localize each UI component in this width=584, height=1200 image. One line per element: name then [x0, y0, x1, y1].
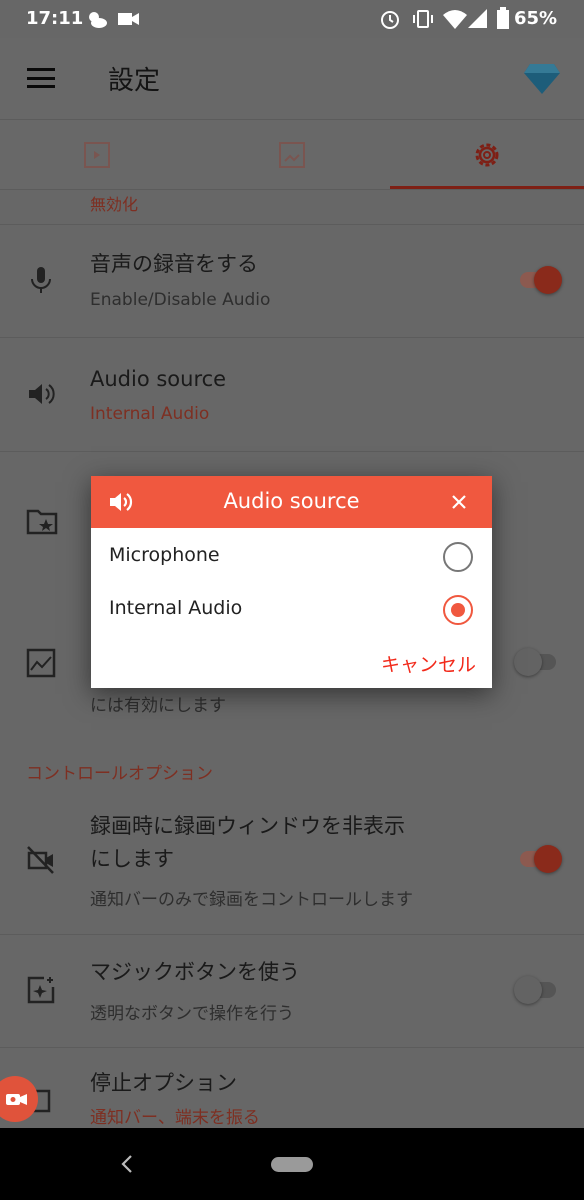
folder-star-icon: [26, 509, 58, 535]
dialog-title: Audio source: [223, 489, 360, 513]
setting-title-line1: 録画時に録画ウィンドウを非表示: [90, 814, 405, 838]
microphone-icon: [31, 267, 51, 293]
gear-icon: [475, 143, 499, 167]
video-icon: [84, 142, 110, 168]
alarm-icon: [381, 11, 399, 29]
audio-record-toggle[interactable]: [520, 266, 562, 294]
option-microphone[interactable]: Microphone: [91, 530, 492, 582]
app-bar: 設定: [0, 38, 584, 120]
setting-title-line2: にします: [90, 847, 174, 871]
image-icon: [26, 648, 56, 678]
tab-bar: [0, 120, 584, 190]
magic-button-icon: [27, 976, 55, 1004]
setting-audio-record[interactable]: 音声の録音をする Enable/Disable Audio: [0, 225, 584, 338]
active-tab-indicator: [390, 186, 584, 189]
setting-title: マジックボタンを使う: [90, 960, 300, 984]
setting-stop-option[interactable]: 停止オプション 通知バー、端末を振る: [0, 1048, 584, 1128]
option-label: Microphone: [109, 544, 220, 566]
setting-hide-window[interactable]: 録画時に録画ウィンドウを非表示 にします 通知バーのみで録画をコントロールします: [0, 800, 584, 935]
battery-level: 65%: [514, 8, 558, 29]
tab-images[interactable]: [195, 120, 389, 190]
diamond-icon[interactable]: [522, 58, 562, 98]
setting-subtitle: には有効にします: [90, 696, 226, 716]
audio-source-dialog: Audio source Microphone Internal Audio キ…: [91, 476, 492, 688]
signal-icon: [468, 9, 487, 28]
close-icon[interactable]: [451, 494, 467, 510]
dialog-header: Audio source: [91, 476, 492, 528]
setting-value: Internal Audio: [90, 404, 210, 424]
option-label: Internal Audio: [109, 597, 243, 619]
back-icon[interactable]: [120, 1154, 134, 1174]
setting-magic-button[interactable]: マジックボタンを使う 透明なボタンで操作を行う: [0, 935, 584, 1048]
video-off-icon: [27, 846, 54, 874]
image-icon: [279, 142, 305, 168]
divider: [0, 191, 584, 225]
video-camera-icon: [118, 13, 139, 25]
setting-subtitle: Enable/Disable Audio: [90, 290, 271, 310]
hide-window-toggle[interactable]: [520, 845, 562, 873]
radio-button[interactable]: [443, 542, 473, 572]
video-camera-icon: [6, 1094, 27, 1105]
setting-title: 音声の録音をする: [90, 252, 258, 276]
magic-button-toggle[interactable]: [514, 976, 556, 1004]
setting-subtitle: 通知バーのみで録画をコントロールします: [90, 890, 413, 910]
speaker-icon: [29, 384, 55, 404]
weather-icon: [89, 12, 107, 28]
tab-videos[interactable]: [0, 120, 194, 190]
status-bar: 17:11 65%: [0, 0, 584, 38]
setting-subtitle: 透明なボタンで操作を行う: [90, 1004, 294, 1024]
image-toggle[interactable]: [514, 648, 556, 676]
setting-title: Audio source: [90, 367, 227, 391]
cancel-button[interactable]: キャンセル: [381, 650, 476, 677]
vibrate-icon: [413, 10, 433, 28]
hamburger-icon[interactable]: [27, 68, 55, 88]
clock: 17:11: [26, 8, 84, 29]
radio-button-selected[interactable]: [443, 595, 473, 625]
wifi-icon: [443, 10, 467, 29]
tab-settings[interactable]: [390, 120, 584, 190]
page-title: 設定: [108, 66, 161, 96]
battery-icon: [497, 7, 509, 29]
setting-audio-source[interactable]: Audio source Internal Audio: [0, 338, 584, 452]
setting-title: 停止オプション: [90, 1071, 237, 1095]
section-header: コントロールオプション: [26, 764, 213, 784]
option-internal-audio[interactable]: Internal Audio: [91, 583, 492, 635]
setting-value: 通知バー、端末を振る: [90, 1108, 260, 1128]
navigation-bar: [0, 1128, 584, 1200]
home-pill[interactable]: [271, 1157, 313, 1172]
